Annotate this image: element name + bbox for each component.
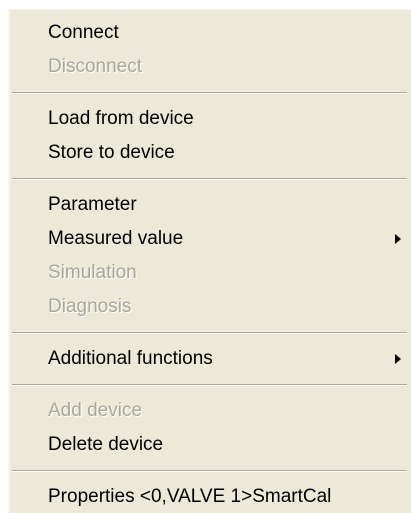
submenu-arrow-icon [395, 234, 401, 244]
menu-item-label: Store to device [48, 142, 175, 163]
menu-item-label: Additional functions [48, 348, 213, 369]
menu-item-add-device: Add device [10, 394, 411, 428]
menu-separator [10, 170, 411, 188]
menu-item-label: Delete device [48, 434, 164, 455]
menu-item-measured-value[interactable]: Measured value [10, 222, 411, 256]
menu-separator [10, 84, 411, 102]
background-strip [0, 0, 411, 9]
submenu-arrow-icon [395, 354, 401, 364]
menu-item-label: Simulation [48, 262, 137, 283]
menu-item-parameter[interactable]: Parameter [10, 188, 411, 222]
menu-item-store-to-device[interactable]: Store to device [10, 136, 411, 170]
menu-separator [10, 376, 411, 394]
menu-item-label: Disconnect [48, 56, 142, 77]
menu-item-delete-device[interactable]: Delete device [10, 428, 411, 462]
menu-item-disconnect: Disconnect [10, 50, 411, 84]
menu-item-label: Parameter [48, 194, 137, 215]
menu-item-load-from-device[interactable]: Load from device [10, 102, 411, 136]
screen: Connect Disconnect Load from device Stor… [0, 0, 411, 513]
menu-item-label: Properties <0,VALVE 1>SmartCal [48, 486, 332, 507]
menu-item-label: Connect [48, 22, 119, 43]
menu-item-label: Diagnosis [48, 296, 132, 317]
context-menu: Connect Disconnect Load from device Stor… [8, 9, 411, 513]
menu-item-simulation: Simulation [10, 256, 411, 290]
menu-item-connect[interactable]: Connect [10, 16, 411, 50]
menu-item-label: Measured value [48, 228, 184, 249]
menu-item-label: Load from device [48, 108, 194, 129]
menu-item-label: Add device [48, 400, 143, 421]
menu-separator [10, 462, 411, 480]
menu-separator [10, 324, 411, 342]
menu-item-diagnosis: Diagnosis [10, 290, 411, 324]
menu-item-additional-functions[interactable]: Additional functions [10, 342, 411, 376]
menu-item-properties[interactable]: Properties <0,VALVE 1>SmartCal [10, 480, 411, 513]
